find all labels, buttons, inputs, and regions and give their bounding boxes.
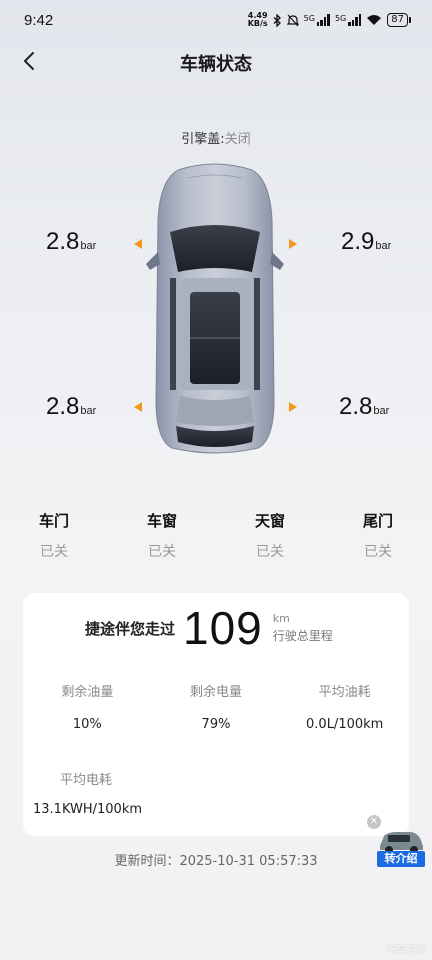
- status-icons: 4.49 KB/s 5G 5G 87: [248, 12, 411, 28]
- state-door-value: 已关: [40, 544, 68, 560]
- update-time-value: 2025-10-31 05:57:33: [179, 854, 318, 869]
- tire-front-right-arrow-icon: [289, 239, 297, 249]
- net-speed-unit: KB/s: [247, 19, 268, 28]
- metric-avg-power-label: 平均电耗: [59, 773, 112, 788]
- info-card: 捷途伴您走过 109 km 行驶总里程 剩余油量 10% 剩余电量 79% 平均…: [23, 593, 409, 836]
- metric-avg-fuel-value: 0.0L/100km: [306, 717, 384, 732]
- page-title: 车辆状态: [180, 54, 252, 75]
- metric-battery: 剩余电量 79%: [152, 681, 281, 732]
- tire-rear-right-arrow-icon: [289, 402, 297, 412]
- metric-avg-fuel-label: 平均油耗: [318, 685, 371, 700]
- state-tailgate: 尾门 已关: [324, 510, 432, 561]
- battery-icon: 87: [387, 13, 411, 27]
- metric-battery-value: 79%: [201, 717, 231, 732]
- net-speed: 4.49 KB/s: [248, 12, 268, 28]
- nav-bar: 车辆状态: [0, 44, 432, 78]
- state-tailgate-value: 已关: [364, 544, 392, 560]
- tire-front-left-value: 2.8: [46, 228, 80, 255]
- signal-2-label: 5G: [334, 14, 347, 23]
- tire-front-left: 2.8 bar: [46, 228, 96, 256]
- mileage-unit: km: [272, 612, 290, 625]
- tire-front-right-unit: bar: [375, 240, 392, 252]
- metric-avg-power-value: 13.1KWH/100km: [33, 802, 143, 817]
- tire-rear-left-arrow-icon: [134, 402, 142, 412]
- tire-rear-left-unit: bar: [80, 405, 97, 417]
- tire-rear-left: 2.8 bar: [46, 393, 96, 421]
- tire-rear-right-unit: bar: [373, 405, 390, 417]
- metric-avg-power: 平均电耗 13.1KWH/100km: [31, 769, 143, 817]
- watermark: 汽车之家: [386, 945, 426, 956]
- car-top-view: [146, 163, 284, 454]
- tire-rear-right-value: 2.8: [339, 393, 373, 420]
- status-time: 9:42: [24, 11, 54, 29]
- tire-front-right: 2.9 bar: [341, 228, 391, 256]
- status-bar: 9:42 4.49 KB/s 5G 5G 87: [0, 0, 432, 40]
- hood-status: 引擎盖:关闭: [0, 128, 432, 147]
- bell-muted-icon: [286, 14, 299, 26]
- mileage-label: 捷途伴您走过: [85, 619, 176, 638]
- state-tailgate-label: 尾门: [362, 512, 393, 530]
- tire-rear-right: 2.8 bar: [339, 393, 389, 421]
- update-time-label: 更新时间：: [114, 854, 180, 869]
- state-sunroof-value: 已关: [256, 544, 284, 560]
- signal-5g-icon: 5G: [304, 14, 330, 26]
- vehicle-states: 车门 已关 车窗 已关 天窗 已关 尾门 已关: [0, 510, 432, 561]
- hood-label: 引擎盖:: [181, 132, 225, 147]
- state-window-value: 已关: [148, 544, 176, 560]
- tire-front-right-value: 2.9: [341, 228, 375, 255]
- hood-value: 关闭: [224, 132, 251, 147]
- metric-fuel-value: 10%: [72, 717, 102, 732]
- signal-1-label: 5G: [303, 14, 315, 23]
- state-door-label: 车门: [38, 512, 69, 530]
- mileage-value: 109: [183, 602, 263, 654]
- state-sunroof-label: 天窗: [254, 512, 285, 530]
- tire-rear-left-value: 2.8: [46, 393, 80, 420]
- bluetooth-icon: [273, 13, 281, 27]
- mileage: 捷途伴您走过 109 km 行驶总里程: [85, 602, 333, 654]
- state-window-label: 车窗: [146, 512, 177, 530]
- car-image: [140, 160, 290, 460]
- metrics-row: 剩余油量 10% 剩余电量 79% 平均油耗 0.0L/100km: [23, 681, 409, 732]
- wifi-icon: [367, 15, 382, 25]
- state-sunroof: 天窗 已关: [216, 510, 324, 561]
- update-time: 更新时间：2025-10-31 05:57:33: [0, 850, 432, 869]
- state-window: 车窗 已关: [108, 510, 216, 561]
- metric-fuel: 剩余油量 10%: [23, 681, 152, 732]
- mileage-desc: 行驶总里程: [272, 629, 333, 643]
- metric-fuel-label: 剩余油量: [61, 685, 114, 700]
- signal-5g-icon-2: 5G: [334, 14, 362, 26]
- metric-battery-label: 剩余电量: [190, 685, 243, 700]
- tire-front-left-unit: bar: [80, 240, 97, 252]
- tire-front-left-arrow-icon: [134, 239, 142, 249]
- metric-avg-fuel: 平均油耗 0.0L/100km: [280, 681, 409, 732]
- state-door: 车门 已关: [0, 510, 108, 561]
